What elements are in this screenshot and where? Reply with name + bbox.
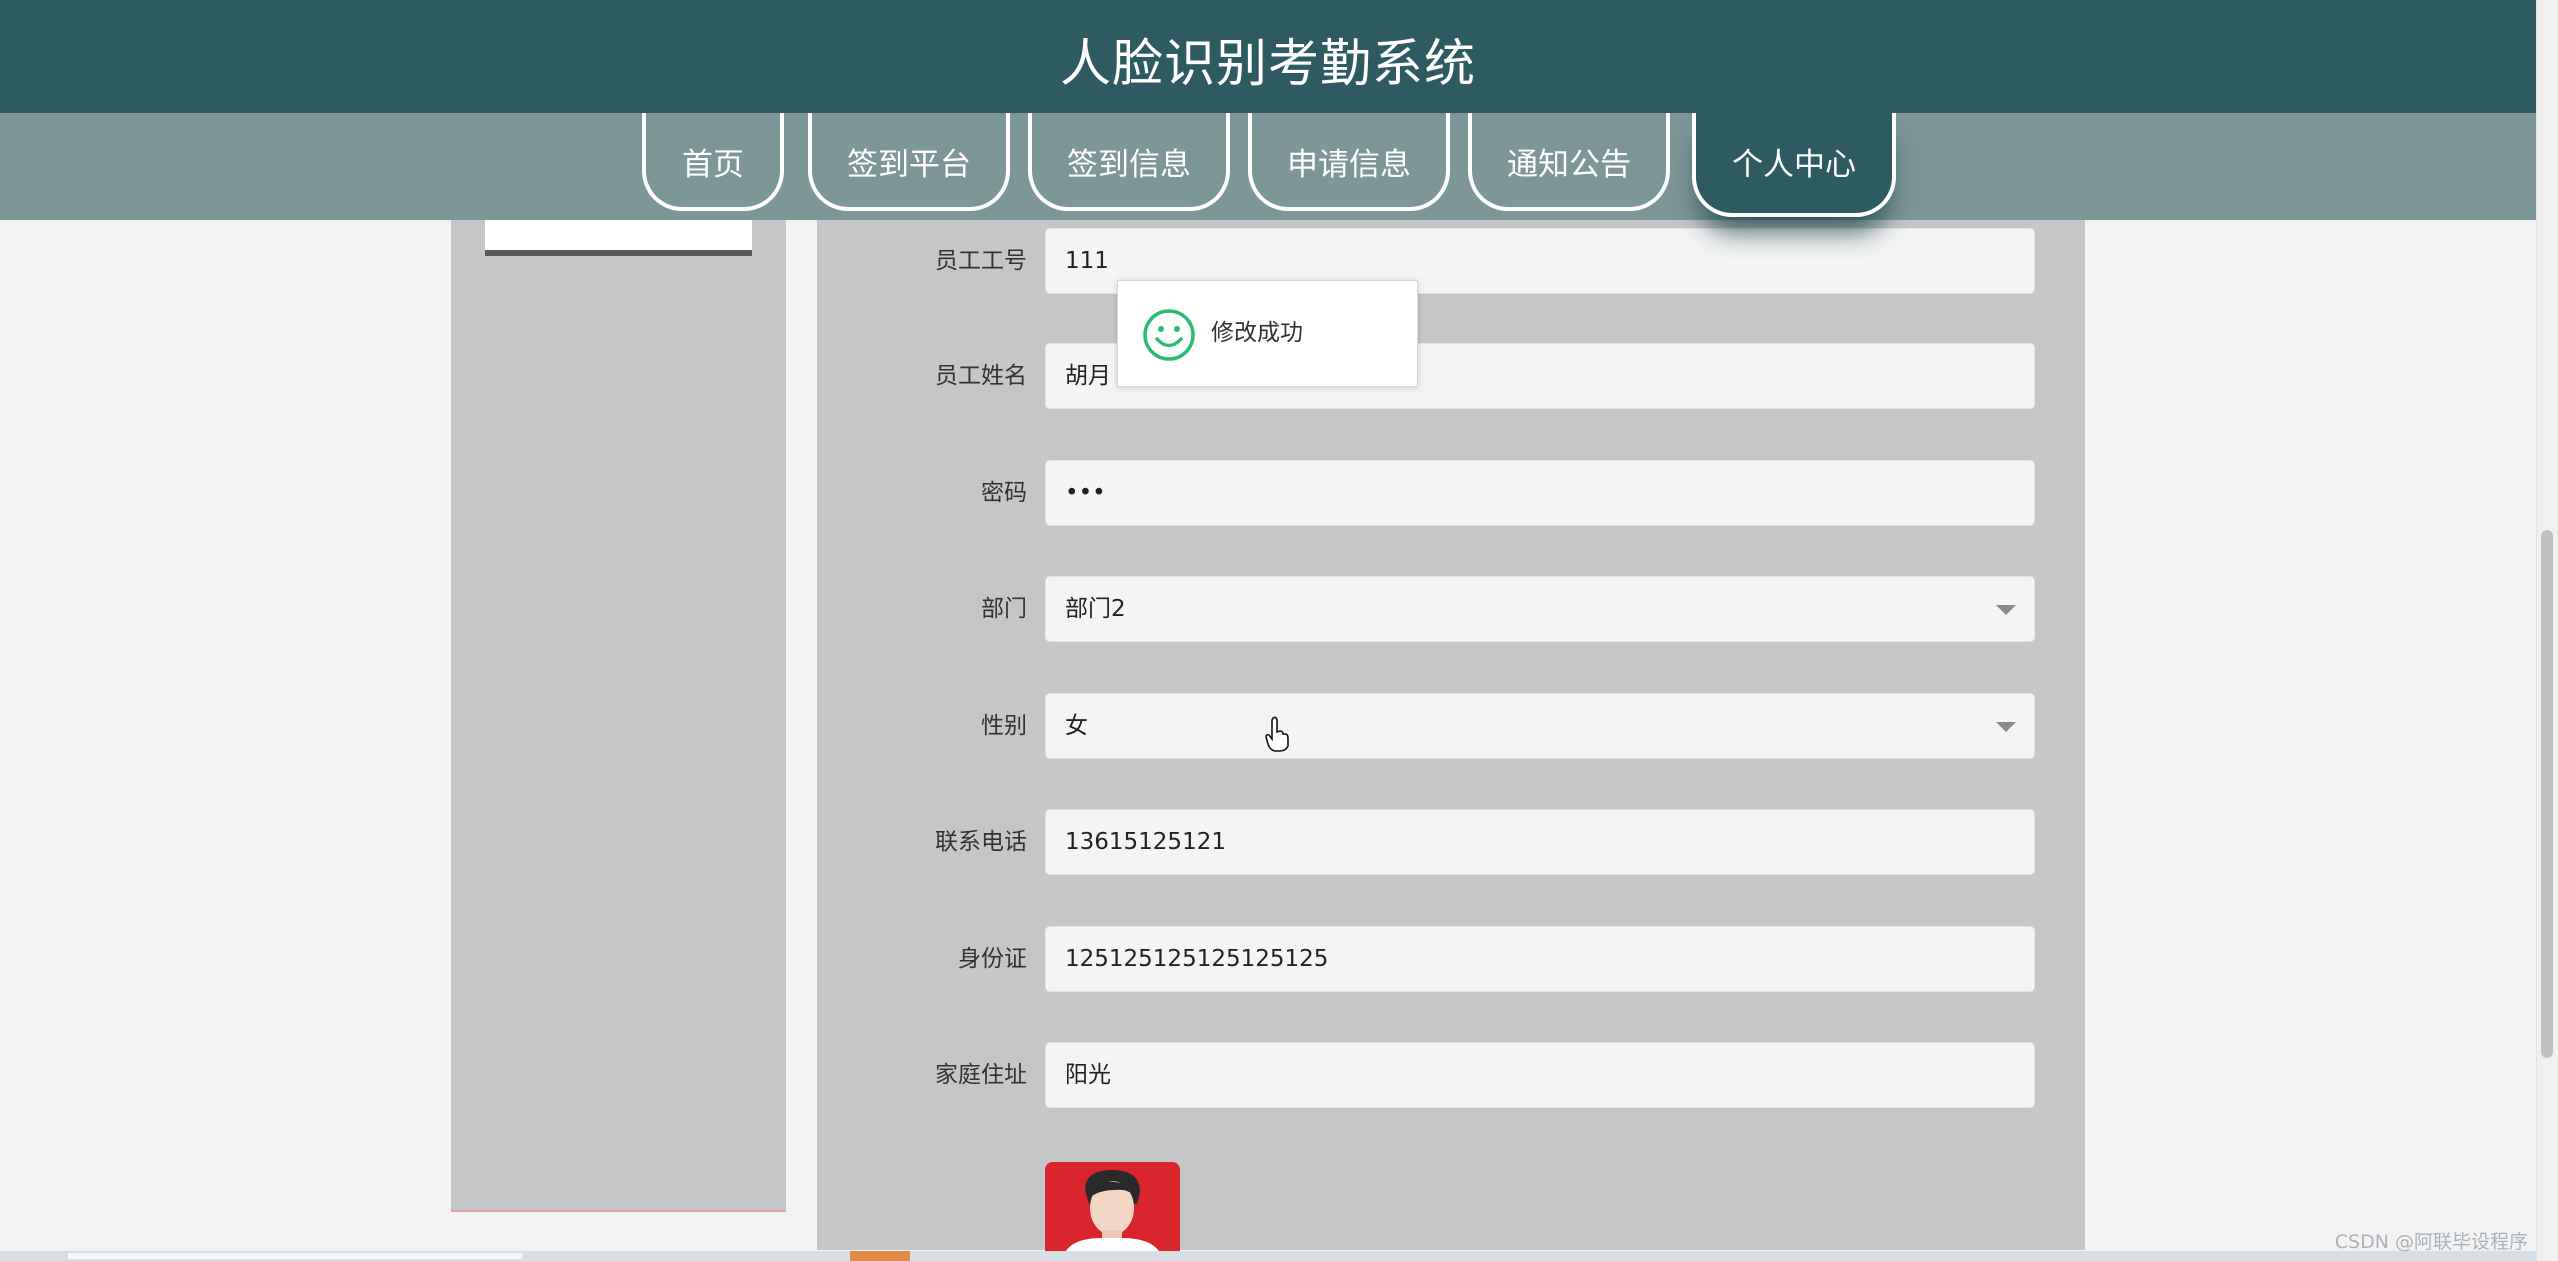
profile-form-panel: 员工工号 111 员工姓名 胡月 密码 ••• 部门 部门2 性别 女 联系电话… bbox=[817, 220, 2085, 1257]
bottom-strip-tab bbox=[68, 1253, 522, 1259]
password-label: 密码 bbox=[981, 480, 1027, 506]
toast-message: 修改成功 bbox=[1211, 320, 1303, 346]
chevron-down-icon[interactable] bbox=[1996, 722, 2016, 732]
gender-label: 性别 bbox=[981, 713, 1027, 739]
employee-name-label: 员工姓名 bbox=[935, 363, 1027, 389]
id-card-label: 身份证 bbox=[958, 946, 1027, 972]
address-input[interactable]: 阳光 bbox=[1045, 1042, 2035, 1108]
smile-icon bbox=[1143, 309, 1195, 361]
watermark: CSDN @阿联毕设程序 bbox=[2334, 1231, 2528, 1253]
nav-tab-application-info[interactable]: 申请信息 bbox=[1248, 113, 1450, 211]
password-input[interactable]: ••• bbox=[1045, 460, 2035, 526]
form-row-employee-name: 员工姓名 胡月 bbox=[817, 343, 2085, 409]
form-row-employee-id: 员工工号 111 bbox=[817, 228, 2085, 294]
chevron-down-icon[interactable] bbox=[1996, 605, 2016, 615]
nav-tab-checkin-info[interactable]: 签到信息 bbox=[1028, 113, 1230, 211]
phone-input[interactable]: 13615125121 bbox=[1045, 809, 2035, 875]
profile-photo[interactable] bbox=[1045, 1162, 1180, 1257]
department-select[interactable]: 部门2 bbox=[1045, 576, 2035, 642]
form-row-phone: 联系电话 13615125121 bbox=[817, 809, 2085, 875]
sidebar-panel bbox=[451, 220, 786, 1212]
vertical-scrollbar[interactable] bbox=[2536, 0, 2558, 1261]
employee-id-label: 员工工号 bbox=[935, 248, 1027, 274]
nav-tab-personal-center[interactable]: 个人中心 bbox=[1692, 113, 1896, 217]
scrollbar-thumb[interactable] bbox=[2541, 530, 2553, 1058]
gender-select[interactable]: 女 bbox=[1045, 693, 2035, 759]
form-row-department: 部门 部门2 bbox=[817, 576, 2085, 642]
nav-tab-home[interactable]: 首页 bbox=[642, 113, 784, 211]
department-label: 部门 bbox=[981, 596, 1027, 622]
nav-tab-notices[interactable]: 通知公告 bbox=[1468, 113, 1670, 211]
bottom-taskbar-strip bbox=[0, 1251, 2536, 1261]
form-row-password: 密码 ••• bbox=[817, 460, 2085, 526]
form-row-address: 家庭住址 阳光 bbox=[817, 1042, 2085, 1108]
bottom-strip-accent bbox=[850, 1251, 910, 1261]
address-label: 家庭住址 bbox=[935, 1062, 1027, 1088]
hand-cursor-icon bbox=[1265, 716, 1289, 752]
sidebar-menu-item[interactable] bbox=[485, 220, 752, 256]
site-title: 人脸识别考勤系统 bbox=[1059, 35, 1476, 94]
top-header: 人脸识别考勤系统 bbox=[0, 0, 2536, 113]
phone-label: 联系电话 bbox=[935, 829, 1027, 855]
success-toast: 修改成功 bbox=[1117, 280, 1418, 387]
main-nav: 首页 签到平台 签到信息 申请信息 通知公告 个人中心 bbox=[0, 113, 2536, 220]
department-value: 部门2 bbox=[1065, 596, 1126, 622]
nav-tab-checkin-platform[interactable]: 签到平台 bbox=[808, 113, 1010, 211]
form-row-id-card: 身份证 125125125125125125 bbox=[817, 926, 2085, 992]
id-card-input[interactable]: 125125125125125125 bbox=[1045, 926, 2035, 992]
gender-value: 女 bbox=[1065, 713, 1088, 739]
form-row-gender: 性别 女 bbox=[817, 693, 2085, 759]
person-portrait-icon bbox=[1045, 1162, 1180, 1257]
